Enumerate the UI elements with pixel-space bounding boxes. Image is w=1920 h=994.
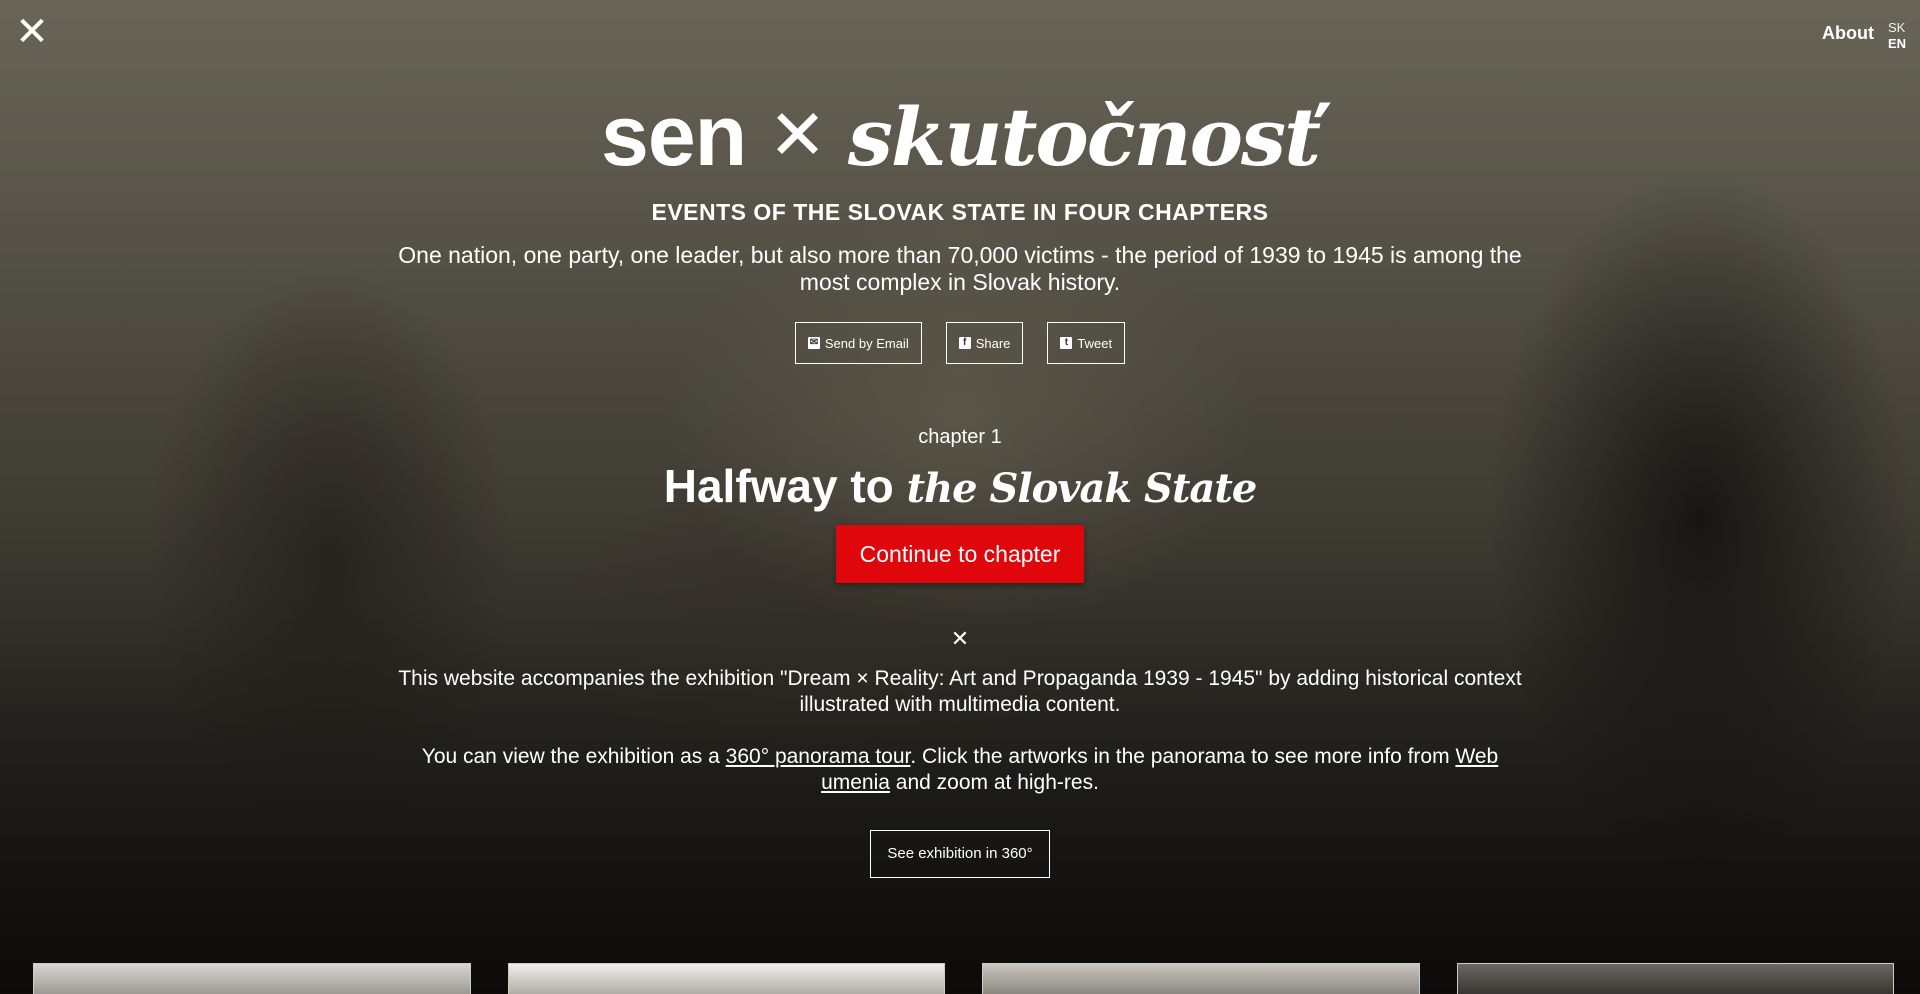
chapter-thumbnail[interactable] [507,963,945,994]
tweet-label: Tweet [1077,335,1113,351]
top-nav: About SK EN [1822,20,1906,52]
chapter-thumbnail[interactable] [982,963,1420,994]
panorama-text-mid: . Click the artworks in the panorama to … [910,745,1456,768]
tweet-button[interactable]: t Tweet [1047,322,1126,364]
site-subtitle: EVENTS OF THE SLOVAK STATE IN FOUR CHAPT… [651,199,1269,225]
lang-en[interactable]: EN [1888,36,1906,52]
divider-x-icon: ✕ [950,627,970,652]
site-title-right: skutočnosť [847,90,1321,184]
envelope-icon: ✉ [807,337,820,349]
facebook-share-button[interactable]: f Share [945,322,1024,364]
chapter-label: chapter 1 [918,426,1002,448]
facebook-share-label: Share [975,335,1011,351]
twitter-icon: t [1060,337,1073,349]
chapter-thumbnail[interactable] [33,963,471,994]
chapter-title-b: the Slovak State [906,465,1258,512]
facebook-icon: f [958,337,971,349]
panorama-info-text: You can view the exhibition as a 360° pa… [385,744,1535,796]
intro-text: One nation, one party, one leader, but a… [398,242,1522,295]
chapter-thumbnails [33,963,1894,994]
site-title-left: sen [600,88,747,184]
panorama-tour-link[interactable]: 360° panorama tour [726,745,911,768]
lang-sk[interactable]: SK [1888,20,1906,36]
exhibition-info-text: This website accompanies the exhibition … [398,667,1522,716]
site-logo-icon[interactable]: ✕ [14,12,50,52]
chapter-title: Halfway to the Slovak State [0,459,1920,513]
language-switcher: SK EN [1888,20,1906,52]
site-title: sen ✕ skutočnosť [0,86,1920,191]
chapter-thumbnail[interactable] [1456,963,1894,994]
panorama-text-post: and zoom at high-res. [889,771,1099,794]
send-email-label: Send by Email [824,335,909,351]
share-buttons: ✉ Send by Email f Share t Tweet [0,322,1920,364]
chapter-title-a: Halfway to [663,460,894,512]
about-link[interactable]: About [1822,23,1874,44]
see-exhibition-360-button[interactable]: See exhibition in 360° [870,830,1050,878]
continue-to-chapter-button[interactable]: Continue to chapter [835,525,1085,583]
site-title-separator: ✕ [768,94,827,176]
hero: sen ✕ skutočnosť EVENTS OF THE SLOVAK STAT… [0,86,1920,878]
panorama-text-pre: You can view the exhibition as a [421,745,726,768]
send-email-button[interactable]: ✉ Send by Email [794,322,922,364]
